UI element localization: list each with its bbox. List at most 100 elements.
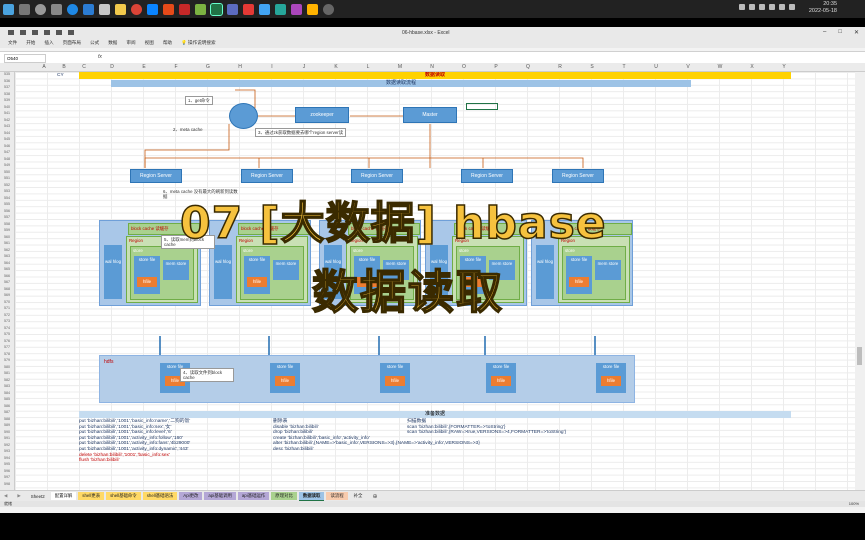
column-header-S[interactable]: S <box>582 63 602 71</box>
cortana-icon[interactable] <box>34 3 46 15</box>
column-header-G[interactable]: G <box>198 63 218 71</box>
data-line[interactable]: flush 'bizhan:bilibili' <box>79 458 190 464</box>
menu-data[interactable]: 数据 <box>108 40 117 46</box>
zoom-level[interactable]: 100% <box>849 501 859 506</box>
clock[interactable]: 20:35 2022-05-18 <box>809 1 837 15</box>
column-header-J[interactable]: J <box>294 63 314 71</box>
sheet-tab[interactable]: shell更表 <box>78 492 105 500</box>
row-header[interactable]: 539 <box>0 98 14 102</box>
row-header[interactable]: 596 <box>0 469 14 473</box>
row-header[interactable]: 583 <box>0 384 14 388</box>
column-header-M[interactable]: M <box>390 63 410 71</box>
menu-view[interactable]: 视图 <box>145 40 154 46</box>
scroll-thumb[interactable] <box>857 347 862 365</box>
row-header[interactable]: 586 <box>0 404 14 408</box>
sheet-tab[interactable]: shell基础语法 <box>142 492 178 500</box>
row-header[interactable]: 593 <box>0 449 14 453</box>
menu-page-layout[interactable]: 页面布局 <box>63 40 81 46</box>
column-header-W[interactable]: W <box>710 63 730 71</box>
row-header[interactable]: 566 <box>0 274 14 278</box>
row-header[interactable]: 594 <box>0 456 14 460</box>
maximize-icon[interactable]: □ <box>838 29 842 36</box>
sheet-tab[interactable]: shell基础命令 <box>106 492 141 500</box>
sheet-tab[interactable]: 补全 <box>349 492 367 500</box>
row-header[interactable]: 565 <box>0 267 14 271</box>
settings-icon[interactable] <box>322 3 334 15</box>
save-icon[interactable] <box>8 30 14 35</box>
row-header[interactable]: 569 <box>0 293 14 297</box>
row-header[interactable]: 587 <box>0 410 14 414</box>
app-icon[interactable] <box>194 3 206 15</box>
column-header-X[interactable]: X <box>742 63 762 71</box>
row-header[interactable]: 570 <box>0 300 14 304</box>
app-icon[interactable] <box>258 3 270 15</box>
row-header[interactable]: 574 <box>0 326 14 330</box>
sheet-tab[interactable]: 数据读取 <box>298 491 325 501</box>
row-header[interactable]: 564 <box>0 261 14 265</box>
row-header[interactable]: 537 <box>0 85 14 89</box>
tab-scroll-left-icon[interactable]: ◀ <box>0 492 11 500</box>
sheet-tab[interactable]: 读流程 <box>326 492 348 500</box>
excel-icon[interactable] <box>209 2 223 16</box>
row-header[interactable]: 561 <box>0 241 14 245</box>
column-header-U[interactable]: U <box>646 63 666 71</box>
explorer-icon[interactable] <box>114 3 126 15</box>
row-header[interactable]: 585 <box>0 397 14 401</box>
row-header[interactable]: 576 <box>0 339 14 343</box>
sheet-tab[interactable]: api基础调用 <box>204 492 236 500</box>
row-header[interactable]: 588 <box>0 417 14 421</box>
row-header[interactable]: 560 <box>0 235 14 239</box>
row-header[interactable]: 597 <box>0 475 14 479</box>
row-header[interactable]: 553 <box>0 189 14 193</box>
sheet-tab[interactable]: 原理对比 <box>271 492 297 500</box>
row-header[interactable]: 563 <box>0 254 14 258</box>
undo-icon[interactable] <box>20 30 26 35</box>
tell-me-search[interactable]: 💡 操作说明搜索 <box>181 40 225 46</box>
menu-insert[interactable]: 插入 <box>44 40 53 46</box>
row-header[interactable]: 581 <box>0 371 14 375</box>
sheet-tab[interactable]: Api更改 <box>179 492 203 500</box>
row-header[interactable]: 555 <box>0 202 14 206</box>
row-header[interactable]: 562 <box>0 248 14 252</box>
chrome-icon[interactable] <box>130 3 142 15</box>
row-header[interactable]: 589 <box>0 423 14 427</box>
start-icon[interactable] <box>2 3 14 15</box>
row-header[interactable]: 591 <box>0 436 14 440</box>
column-header-V[interactable]: V <box>678 63 698 71</box>
row-header[interactable]: 571 <box>0 306 14 310</box>
row-header[interactable]: 578 <box>0 352 14 356</box>
row-header[interactable]: 559 <box>0 228 14 232</box>
row-header[interactable]: 540 <box>0 105 14 109</box>
row-header[interactable]: 549 <box>0 163 14 167</box>
app-icon[interactable] <box>242 3 254 15</box>
row-header[interactable]: 557 <box>0 215 14 219</box>
row-header[interactable]: 542 <box>0 118 14 122</box>
row-header[interactable]: 592 <box>0 443 14 447</box>
filter-icon[interactable] <box>56 30 62 35</box>
row-header[interactable]: 552 <box>0 183 14 187</box>
row-header[interactable]: 548 <box>0 157 14 161</box>
row-header[interactable]: 590 <box>0 430 14 434</box>
row-header[interactable]: 567 <box>0 280 14 284</box>
column-header-T[interactable]: T <box>614 63 634 71</box>
close-icon[interactable]: ✕ <box>854 29 859 36</box>
column-header-K[interactable]: K <box>326 63 346 71</box>
column-header-A[interactable]: A <box>34 63 54 71</box>
row-header[interactable]: 598 <box>0 482 14 486</box>
menu-file[interactable]: 文件 <box>8 40 17 46</box>
column-header-R[interactable]: R <box>550 63 570 71</box>
row-header[interactable]: 568 <box>0 287 14 291</box>
column-header-B[interactable]: B <box>54 63 74 71</box>
row-header[interactable]: 577 <box>0 345 14 349</box>
column-header-C[interactable]: C <box>74 63 94 71</box>
taskview-icon[interactable] <box>50 3 62 15</box>
app-icon[interactable] <box>274 3 286 15</box>
row-header[interactable]: 536 <box>0 79 14 83</box>
row-header[interactable]: 535 <box>0 72 14 76</box>
row-header[interactable]: 551 <box>0 176 14 180</box>
sheet-tab[interactable]: Sheet2 <box>26 492 49 500</box>
menu-home[interactable]: 开始 <box>26 40 35 46</box>
app-icon[interactable] <box>178 3 190 15</box>
format-painter-icon[interactable] <box>44 30 50 35</box>
row-header[interactable]: 556 <box>0 209 14 213</box>
